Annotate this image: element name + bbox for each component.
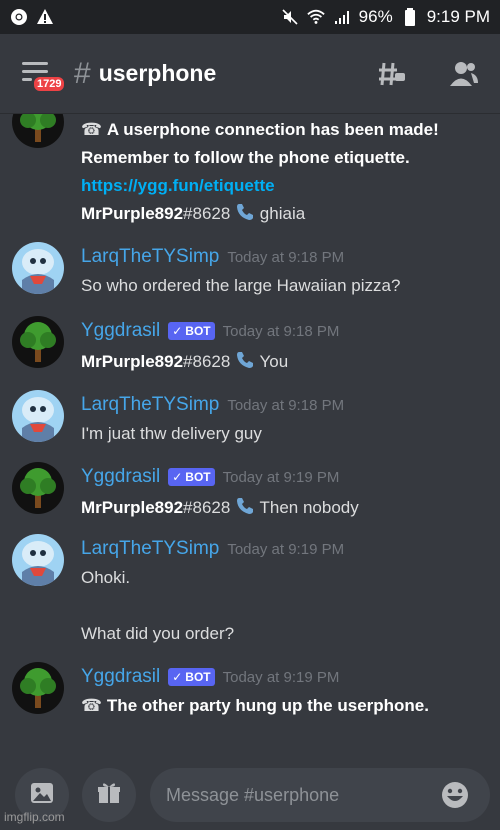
menu-icon-bar xyxy=(22,77,32,81)
relayed-message: MrPurple892#8628 ghiaia xyxy=(81,202,305,227)
watermark: imgflip.com xyxy=(4,810,65,824)
relay-tag: #8628 xyxy=(183,203,231,223)
avatar[interactable] xyxy=(12,462,64,514)
status-bar: 96% 9:19 PM xyxy=(0,0,500,34)
relay-username: MrPurple892 xyxy=(81,351,184,371)
avatar[interactable] xyxy=(12,662,64,714)
bot-label: BOT xyxy=(185,324,211,338)
phone-icon: ☎ xyxy=(81,696,103,715)
battery-icon xyxy=(401,8,419,26)
message-text: ☎ The other party hung up the userphone. xyxy=(81,696,429,716)
gift-icon xyxy=(96,780,122,811)
relayed-message: MrPurple892#8628 You xyxy=(81,350,288,375)
channel-header: 1729 # userphone xyxy=(0,34,500,114)
relay-username: MrPurple892 xyxy=(81,497,184,517)
mute-icon xyxy=(281,8,299,26)
message-input[interactable] xyxy=(150,768,490,822)
members-icon[interactable] xyxy=(448,58,480,90)
chrome-icon xyxy=(10,8,28,26)
relay-content: You xyxy=(259,351,289,371)
message-text: I'm juat thw delivery guy xyxy=(81,424,262,443)
wifi-icon xyxy=(306,8,325,26)
relay-content: Then nobody xyxy=(259,497,359,517)
phone-icon: ☎ xyxy=(81,120,103,139)
relay-content: ghiaia xyxy=(259,203,306,223)
emoji-icon[interactable] xyxy=(440,780,470,810)
signal-icon xyxy=(333,8,351,26)
author-name[interactable]: LarqTheTYSimp xyxy=(81,538,219,560)
hashtag-icon: # xyxy=(74,56,91,90)
author-name[interactable]: Yggdrasil xyxy=(81,320,160,342)
link-text[interactable]: https://ygg.fun/etiquette xyxy=(81,176,275,195)
etiquette-link[interactable]: https://ygg.fun/etiquette xyxy=(81,176,275,196)
bot-label: BOT xyxy=(185,670,211,684)
bot-badge: ✓ BOT xyxy=(168,668,215,686)
gift-button[interactable] xyxy=(82,768,136,822)
message-list: ☎ A userphone connection has been made! … xyxy=(0,114,500,760)
message-text: So who ordered the large Hawaiian pizza? xyxy=(81,276,401,295)
menu-icon xyxy=(22,61,48,65)
timestamp: Today at 9:19 PM xyxy=(222,468,340,486)
check-icon: ✓ xyxy=(172,470,183,484)
message-text: ☎ A userphone connection has been made! xyxy=(81,120,439,140)
avatar[interactable] xyxy=(12,114,64,148)
bot-label: BOT xyxy=(185,470,211,484)
message-composer: imgflip.com xyxy=(0,760,500,830)
relay-tag: #8628 xyxy=(183,497,231,517)
timestamp: Today at 9:18 PM xyxy=(222,322,340,340)
warning-icon xyxy=(36,8,54,26)
system-text: The other party hung up the userphone. xyxy=(106,696,429,715)
threads-icon[interactable] xyxy=(376,58,408,90)
timestamp: Today at 9:18 PM xyxy=(227,248,345,266)
message-text: What did you order? xyxy=(81,624,235,643)
check-icon: ✓ xyxy=(172,324,183,338)
menu-icon-bar xyxy=(22,69,48,73)
timestamp: Today at 9:19 PM xyxy=(222,668,340,686)
battery-level: 96% xyxy=(358,7,393,26)
clock: 9:19 PM xyxy=(426,7,490,26)
bot-badge: ✓ BOT xyxy=(168,322,215,340)
system-text: Remember to follow the phone etiquette. xyxy=(81,148,410,167)
phone-icon xyxy=(235,496,255,521)
channel-title: userphone xyxy=(98,60,217,86)
menu-button[interactable]: 1729 xyxy=(20,59,67,93)
avatar[interactable] xyxy=(12,316,64,368)
author-name[interactable]: Yggdrasil xyxy=(81,466,160,488)
timestamp: Today at 9:19 PM xyxy=(227,540,345,558)
phone-icon xyxy=(235,202,255,227)
author-name[interactable]: Yggdrasil xyxy=(81,666,160,688)
author-name[interactable]: LarqTheTYSimp xyxy=(81,246,219,268)
bot-badge: ✓ BOT xyxy=(168,468,215,486)
message-text: Ohoki. xyxy=(81,568,131,587)
mention-badge: 1729 xyxy=(32,74,67,93)
timestamp: Today at 9:18 PM xyxy=(227,396,345,414)
relay-tag: #8628 xyxy=(183,351,231,371)
phone-icon xyxy=(235,350,255,375)
image-icon xyxy=(29,780,55,811)
relay-username: MrPurple892 xyxy=(81,203,184,223)
system-text: A userphone connection has been made! xyxy=(106,120,439,139)
avatar[interactable] xyxy=(12,534,64,586)
avatar[interactable] xyxy=(12,242,64,294)
relayed-message: MrPurple892#8628 Then nobody xyxy=(81,496,359,521)
check-icon: ✓ xyxy=(172,670,183,684)
avatar[interactable] xyxy=(12,390,64,442)
author-name[interactable]: LarqTheTYSimp xyxy=(81,394,219,416)
